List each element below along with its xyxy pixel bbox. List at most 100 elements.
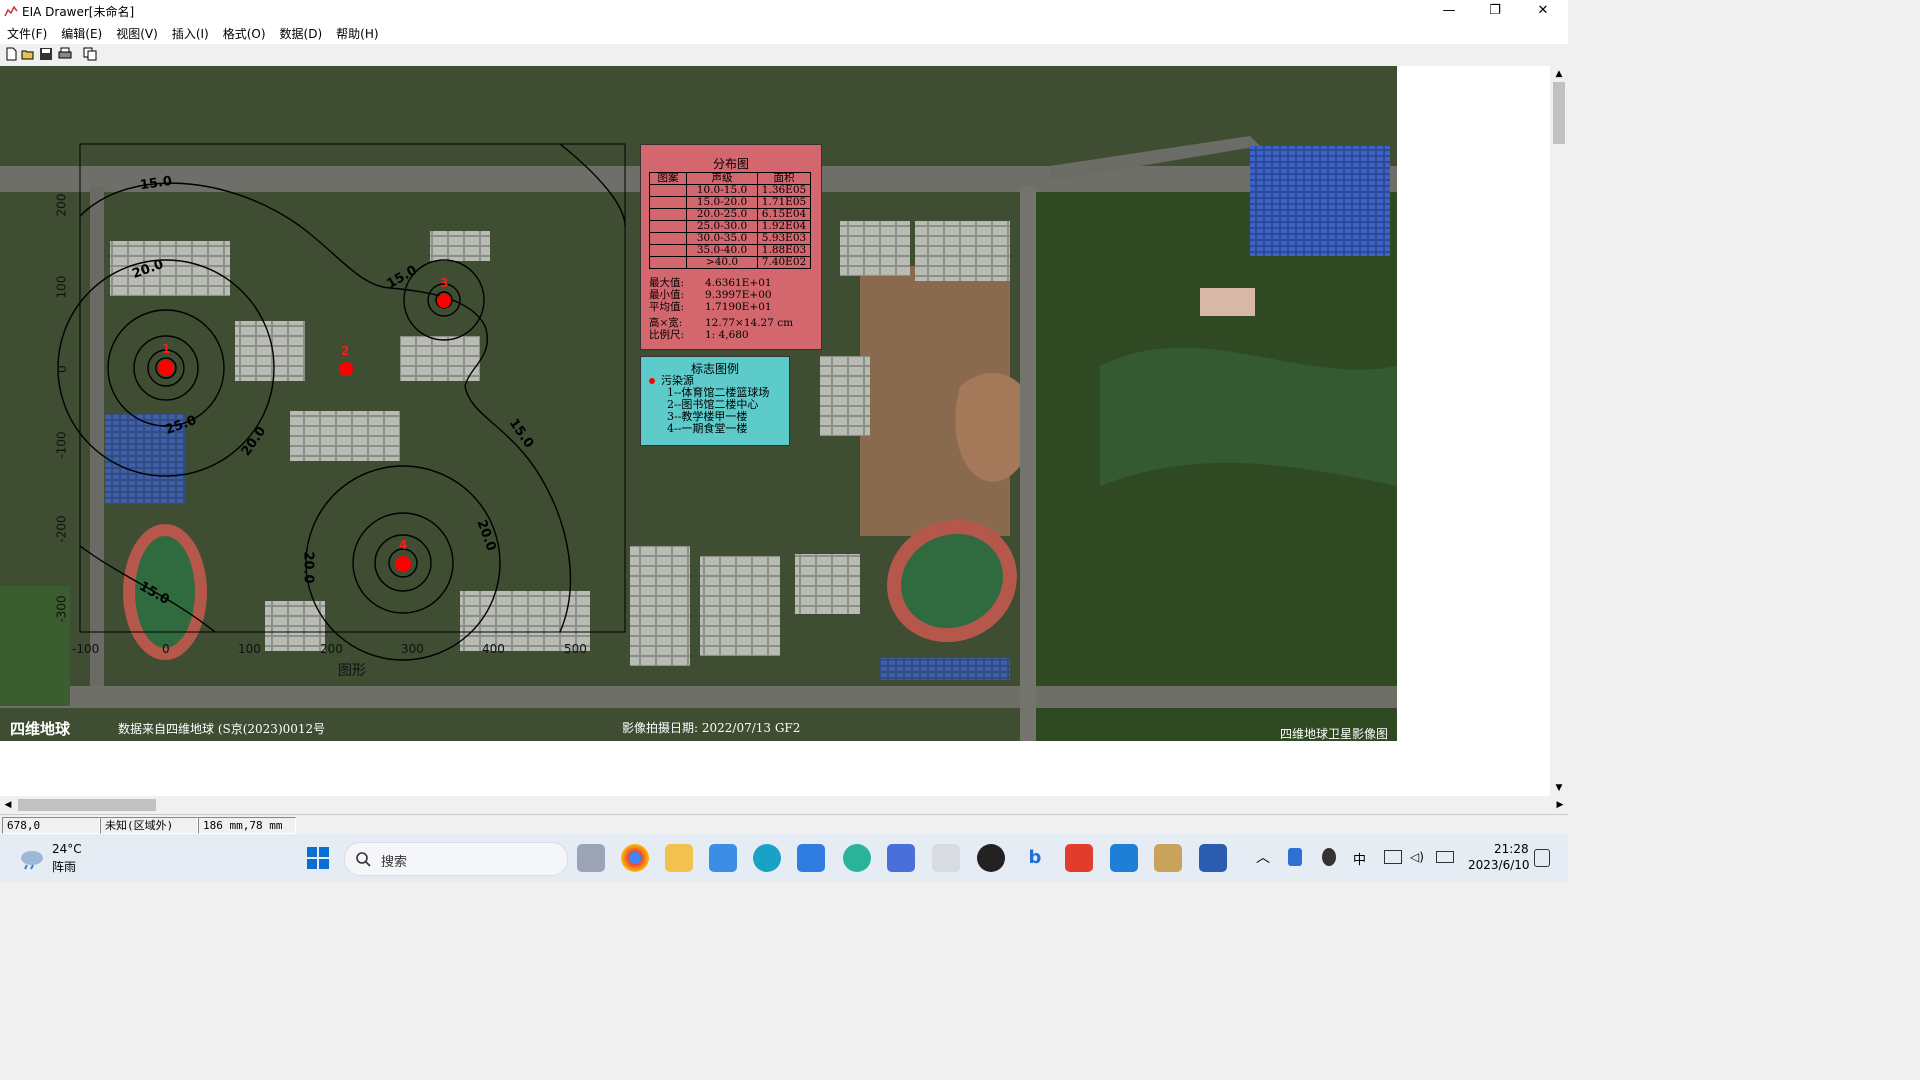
area-cell: 1.71E05 [757,196,811,209]
stat-value: 1: 4,680 [705,329,749,341]
task-view-icon[interactable] [577,844,605,872]
table-row: 10.0-15.0 1.36E05 [649,184,811,197]
stat-value: 12.77×14.27 cm [705,317,794,329]
close-button[interactable]: ✕ [1520,0,1566,22]
stat-label: 高×宽: [649,317,683,329]
audio-app-icon[interactable] [1154,844,1182,872]
network-icon[interactable] [1384,850,1402,864]
edge-icon[interactable] [753,844,781,872]
qq-icon[interactable] [977,844,1005,872]
app-icon[interactable] [887,844,915,872]
y-tick: -100 [54,431,69,459]
edge-dev-icon[interactable] [843,844,871,872]
vertical-scrollbar[interactable]: ▲ ▼ [1550,66,1568,796]
x-tick: 200 [320,642,343,656]
drawing-canvas[interactable]: 15.0 20.0 15.0 25.0 20.0 15.0 20.0 20.0 … [0,66,1550,796]
source-label: 2 [341,344,350,358]
menu-view[interactable]: 视图(V) [109,22,165,45]
source-label: 1 [162,342,171,356]
source-symbol-icon [649,378,655,384]
distribution-table: 图案 声级 面积 10.0-15.0 1.36E05 15.0-20.0 1.71E… [649,172,811,269]
menu-insert[interactable]: 插入(I) [165,22,216,45]
area-cell: 1.88E03 [757,244,811,257]
level-cell: 35.0-40.0 [686,244,758,257]
save-icon[interactable] [39,47,53,61]
volume-icon[interactable]: ◁) [1410,850,1424,864]
table-header: 图案 [649,172,687,185]
y-tick: 0 [54,365,69,373]
clock-date[interactable]: 2023/6/10 [1468,858,1530,872]
x-tick: 500 [564,642,587,656]
scroll-right-icon[interactable]: ▶ [1552,796,1568,814]
chevron-up-icon[interactable]: ︿ [1256,847,1270,867]
minimize-button[interactable]: — [1426,0,1472,22]
weather-icon[interactable] [18,846,46,870]
map-watermark: 四维地球卫星影像图 [1280,727,1389,741]
file-explorer-icon[interactable] [665,844,693,872]
stat-value: 9.3997E+00 [705,289,772,301]
weather-temp[interactable]: 24°C [52,842,82,856]
scroll-thumb[interactable] [1553,82,1565,144]
stats-block: 最大值: 4.6361E+01 最小值: 9.3997E+00 平均值: 1.7190… [649,277,821,341]
vscode-icon[interactable] [1110,844,1138,872]
status-coords: 678,0 [2,817,100,834]
x-tick: 400 [482,642,505,656]
window-title: EIA Drawer[未命名] [22,5,135,19]
title-bar: EIA Drawer[未命名] — ❐ ✕ [0,0,1568,22]
stat-value: 1.7190E+01 [705,301,772,313]
level-cell: >40.0 [686,256,758,269]
area-cell: 1.36E05 [757,184,811,197]
x-tick: 100 [238,642,261,656]
toolbar [0,44,1568,67]
area-cell: 7.40E02 [757,256,811,269]
taskbar-search[interactable]: 搜索 [344,842,568,876]
table-row: >40.0 7.40E02 [649,256,811,269]
area-cell: 5.93E03 [757,232,811,245]
bluetooth-icon[interactable] [1288,848,1302,866]
menu-format[interactable]: 格式(O) [216,22,273,45]
horizontal-scrollbar[interactable]: ◀ ▶ [0,796,1568,814]
store-icon[interactable] [709,844,737,872]
source-marker-3 [437,294,451,308]
document-app-icon[interactable] [932,844,960,872]
stat-label: 最小值: [649,289,685,301]
wps-icon[interactable] [1065,844,1093,872]
building-roof [1200,288,1255,316]
battery-icon[interactable] [1436,851,1454,863]
menu-help[interactable]: 帮助(H) [329,22,385,45]
menu-data[interactable]: 数据(D) [273,22,330,45]
ime-indicator[interactable]: 中 [1353,849,1366,868]
capture-date: 影像拍摄日期: 2022/07/13 GF2 [622,721,801,735]
legend-item: 4--一期食堂一楼 [667,422,748,435]
level-cell: 20.0-25.0 [686,208,758,221]
bing-icon[interactable]: b [1021,844,1049,872]
chrome-icon[interactable] [621,844,649,872]
source-marker-4 [395,556,411,572]
scroll-down-icon[interactable]: ▼ [1550,780,1568,796]
todo-icon[interactable] [797,844,825,872]
scroll-thumb[interactable] [18,799,156,811]
y-tick: 200 [54,193,69,217]
windows-start-icon[interactable] [306,846,330,870]
open-folder-icon[interactable] [21,47,35,61]
scroll-left-icon[interactable]: ◀ [0,796,16,814]
table-row: 35.0-40.0 1.88E03 [649,244,811,257]
scroll-up-icon[interactable]: ▲ [1550,66,1568,82]
stat-value: 4.6361E+01 [705,277,772,289]
menu-file[interactable]: 文件(F) [0,22,54,45]
new-file-icon[interactable] [4,47,18,61]
clock-time[interactable]: 21:28 [1494,842,1529,856]
print-icon[interactable] [58,47,72,61]
stat-label: 平均值: [649,301,685,313]
weather-desc[interactable]: 阵雨 [52,858,76,875]
qq-tray-icon[interactable] [1322,848,1336,866]
search-placeholder: 搜索 [381,855,408,870]
word-icon[interactable] [1199,844,1227,872]
copy-icon[interactable] [83,47,97,61]
restore-button[interactable]: ❐ [1472,0,1518,22]
status-region: 未知(区域外) [100,817,198,834]
table-row: 15.0-20.0 1.71E05 [649,196,811,209]
notification-icon[interactable] [1534,849,1550,867]
status-size: 186 mm,78 mm [198,817,296,834]
menu-edit[interactable]: 编辑(E) [54,22,109,45]
